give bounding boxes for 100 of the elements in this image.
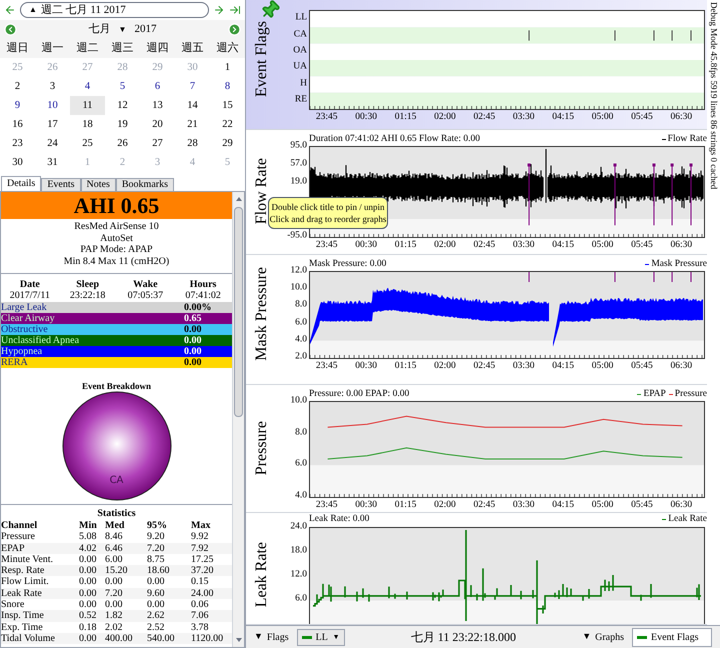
month-dropdown[interactable]: 七月 [88,21,111,38]
plot-area[interactable] [309,10,705,110]
axis-label: 01:15 [394,501,416,510]
axis-label: 02:00 [434,113,456,122]
event-name: Clear Airway [1,314,56,324]
calendar-day[interactable]: 16 [0,115,35,134]
calendar-day[interactable]: 20 [140,115,175,134]
table-cell-text: 07:41:02 [184,290,222,301]
table-cell-text: 0.00 [79,565,98,576]
tab[interactable]: Bookmarks [116,178,174,191]
event-marker [614,272,616,282]
tab[interactable]: Events [41,178,81,191]
calendar-day[interactable]: 5 [105,77,140,96]
calendar-day[interactable]: 14 [175,96,210,115]
device-info-text: AutoSet [100,232,133,244]
tab[interactable]: Details [1,176,42,191]
calendar-day[interactable]: 2 [0,77,35,96]
axis-label: OA [293,46,307,56]
event-marker [690,164,692,226]
table-cell-text: Leak Rate [1,588,43,600]
slice-label: CA [108,474,124,488]
scroll-down-icon[interactable] [236,638,242,642]
axis-label: 4.0 [295,491,307,501]
caret-icon: ▲ [29,4,37,16]
dropdown-value: Event Flags [651,630,698,644]
graph-title[interactable]: Mask Pressure [254,267,270,361]
calendar-day[interactable]: 23 [0,134,35,153]
calendar-day[interactable]: 11 [70,96,105,115]
calendar-day[interactable]: 10 [35,96,70,115]
axis-label: 10.0 [290,396,307,406]
calendar-day[interactable]: 26 [105,134,140,153]
calendar-day[interactable]: 1 [210,58,245,77]
graph-title[interactable]: Event Flags [254,21,270,97]
event-marker [670,164,674,226]
event-marker [528,272,530,282]
weekday-label: 週二 [76,41,100,56]
calendar-day[interactable]: 13 [140,96,175,115]
column-header: Max [191,520,212,532]
table-cell-text: 37.20 [191,565,214,576]
event-value: 0.00 [184,324,202,334]
axis-label: 01:15 [394,241,416,250]
weekday-label: 週六 [216,40,240,56]
table-cell-text: Insp. Time [1,610,45,622]
axis-label: 05:45 [631,113,653,122]
graphs-button[interactable]: ▼ Graphs [582,630,624,644]
year-field[interactable]: 2017 [134,21,156,38]
event-marker [690,30,692,42]
column-header: Med [105,520,126,532]
calendar-day[interactable]: 8 [210,77,245,96]
previous-month-icon[interactable] [4,23,17,36]
calendar-day[interactable]: 4 [70,77,105,96]
calendar-day[interactable]: 17 [35,115,70,134]
calendar-day[interactable]: 6 [140,77,175,96]
axis-label: 05:45 [631,501,653,510]
calendar-day[interactable]: 30 [0,153,35,172]
axis-label: 03:30 [512,113,535,122]
flags-button[interactable]: ▼ Flags [254,630,289,644]
next-month-icon[interactable] [228,23,241,36]
calendar-day[interactable]: 18 [70,115,105,134]
back-arrow-icon[interactable] [4,4,16,16]
axis-label: 2.0 [295,352,307,362]
weekday-label: 週三 [110,41,134,56]
calendar-day[interactable]: 25 [70,134,105,153]
scrollbar[interactable] [232,192,244,647]
table-cell-text: 0.52 [79,610,98,622]
axis-label: LL [295,13,307,23]
table-cell-text: Snore [1,599,26,610]
calendar-day[interactable]: 27 [140,134,175,153]
date-field[interactable]: ▲ 週二 七月 11 2017 [20,2,209,18]
calendar-day[interactable]: 31 [35,153,70,172]
plot-area[interactable] [309,401,705,498]
graph-title[interactable]: Pressure [254,421,270,476]
calendar-day[interactable]: 9 [0,96,35,115]
graphs-dropdown[interactable]: Event Flags [632,628,712,646]
axis-label: 05:45 [631,241,653,250]
line-swatch-icon [637,636,647,638]
calendar-day[interactable]: 28 [175,134,210,153]
forward-arrow-icon[interactable] [213,4,225,16]
scroll-thumb[interactable] [234,207,243,417]
calendar-day[interactable]: 22 [210,115,245,134]
calendar-day[interactable]: 24 [35,134,70,153]
axis-label: 04:15 [552,362,574,372]
dropdown-value: LL [316,630,329,644]
table-cell-text: Pressure [1,531,36,543]
scroll-up-icon[interactable] [236,197,242,201]
calendar-day[interactable]: 12 [105,96,140,115]
graph-title[interactable]: Flow Rate [254,158,270,224]
graph-header-text: Mask Pressure: 0.00 [309,260,386,269]
calendar-day[interactable]: 7 [175,77,210,96]
table-cell-text: 0.18 [79,622,98,633]
calendar-day[interactable]: 19 [105,115,140,134]
axis-label: 8.0 [295,300,307,310]
calendar-day[interactable]: 15 [210,96,245,115]
calendar-day[interactable]: 29 [210,134,245,153]
caret-icon[interactable]: ▼ [118,24,126,36]
calendar-day[interactable]: 21 [175,115,210,134]
calendar-day[interactable]: 3 [35,77,70,96]
last-day-icon[interactable] [229,4,241,16]
tab[interactable]: Notes [80,178,116,191]
graph-title[interactable]: Leak Rate [254,542,270,608]
